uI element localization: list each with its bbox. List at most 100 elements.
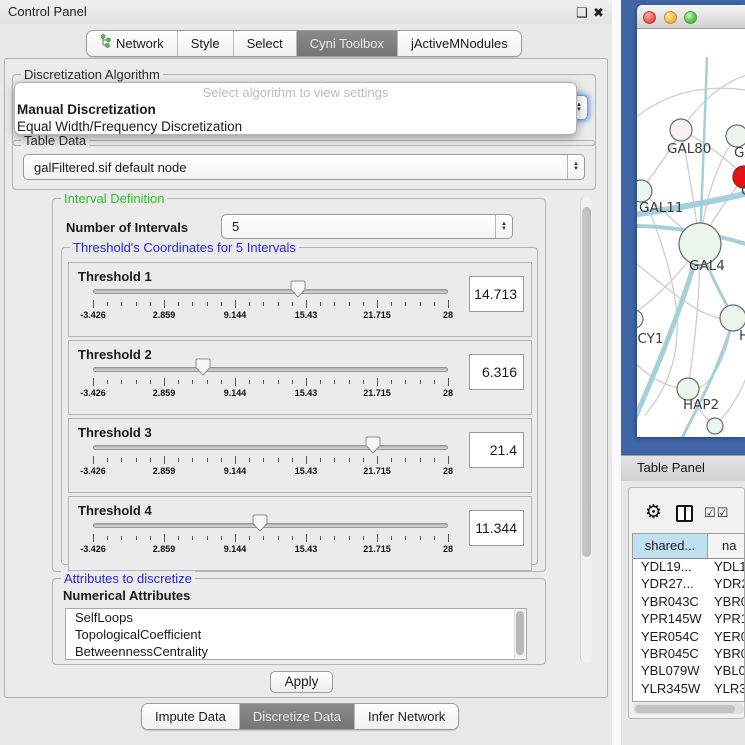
tab-label: Style (191, 31, 220, 56)
network-node[interactable] (726, 125, 745, 147)
slider-track[interactable] (93, 523, 448, 528)
table-row[interactable]: YLR345WYLR34 (633, 681, 744, 698)
close-icon[interactable]: ✖ (593, 5, 604, 21)
select-columns-icon[interactable]: ☑☑ (704, 505, 729, 521)
network-node[interactable] (707, 418, 723, 434)
table-row[interactable]: YBL079WYBL07 (633, 663, 744, 680)
slider-thumb[interactable] (290, 280, 306, 299)
network-node[interactable] (670, 119, 692, 141)
table-scrollbar-thumb[interactable] (635, 705, 735, 713)
cell-name: YLR34 (708, 681, 744, 698)
table-horizontal-scrollbar[interactable] (633, 703, 744, 714)
table-row[interactable]: YBR043CYBR04 (633, 594, 744, 611)
tab-style[interactable]: Style (177, 31, 233, 56)
cell-name: YDL19 (708, 559, 744, 576)
float-window-icon[interactable]: ❑ (576, 5, 588, 21)
attribute-list-item[interactable]: SelfLoops (66, 609, 526, 626)
slider-tick-labels: -3.4262.8599.14415.4321.71528 (93, 466, 448, 478)
tab-label: Network (116, 31, 164, 56)
table-row[interactable]: YIL052CYIL05 (633, 698, 744, 702)
popup-item-manual[interactable]: Manual Discretization (15, 101, 576, 118)
tab-select[interactable]: Select (233, 31, 296, 56)
tab-impute-data[interactable]: Impute Data (142, 704, 239, 729)
tab-label: Discretize Data (253, 704, 341, 729)
num-intervals-combo[interactable]: 5 ▲▼ (221, 214, 513, 239)
slider-ticks (93, 300, 448, 309)
tab-network[interactable]: Network (87, 31, 177, 56)
threshold-value-field[interactable]: 21.4 (469, 432, 524, 468)
slider-thumb[interactable] (252, 514, 268, 533)
top-tab-bar: Network Style SelectCyni ToolboxjActiveMNo… (86, 30, 522, 57)
table-data-combo[interactable]: galFiltered.sif default node ▲▼ (23, 154, 585, 180)
cell-name: YDR27 (708, 576, 744, 593)
popup-hint: Select algorithm to view settings (15, 85, 576, 101)
slider-track[interactable] (93, 445, 448, 450)
tab-cyni-toolbox[interactable]: Cyni Toolbox (296, 31, 397, 56)
apply-button[interactable]: Apply (270, 671, 333, 693)
cell-name: YBL07 (708, 663, 744, 680)
network-edge (681, 72, 745, 130)
column-header-name[interactable]: na (708, 534, 744, 558)
slider-tick-labels: -3.4262.8599.14415.4321.71528 (93, 388, 448, 400)
attributes-groupbox: Attributes to discretize Numerical Attri… (52, 578, 546, 665)
table-panel-title: Table Panel (637, 460, 705, 475)
node-label: GAL4 (689, 258, 725, 274)
column-header-shared-name[interactable]: shared... (633, 534, 708, 558)
slider-track[interactable] (93, 289, 448, 294)
zoom-traffic-light[interactable] (684, 11, 697, 24)
numerical-attributes-label: Numerical Attributes (63, 588, 190, 603)
network-tree-icon (100, 31, 111, 56)
close-traffic-light[interactable] (643, 11, 656, 24)
split-columns-icon[interactable] (676, 505, 693, 522)
combo-arrows-icon: ▲▼ (567, 155, 584, 179)
network-canvas[interactable]: GAL80GACGAL11GAL4GCY1HHAP2 (637, 30, 745, 437)
minimize-traffic-light[interactable] (664, 11, 677, 24)
list-scrollbar[interactable] (514, 610, 525, 658)
node-label: GA (734, 145, 745, 161)
network-window-titlebar[interactable] (637, 5, 745, 29)
tab-infer-network[interactable]: Infer Network (354, 704, 458, 729)
popup-item-equal[interactable]: Equal Width/Frequency Discretization (15, 118, 576, 135)
threshold-value-field[interactable]: 6.316 (469, 354, 524, 390)
settings-scrollbar[interactable] (580, 197, 592, 663)
table-row[interactable]: YER054CYER05 (633, 629, 744, 646)
table-data-combo-value: galFiltered.sif default node (24, 160, 567, 175)
network-node[interactable] (637, 310, 643, 328)
network-view-window: GAL80GACGAL11GAL4GCY1HHAP2 (637, 5, 745, 437)
cell-shared-name: YBL079W (633, 663, 708, 680)
slider-thumb[interactable] (365, 436, 381, 455)
threshold-label: Threshold 4 (78, 503, 152, 518)
cell-name: YPR14 (708, 611, 744, 628)
table-row[interactable]: YDR27...YDR27 (633, 576, 744, 593)
settings-scrollbar-thumb[interactable] (582, 207, 591, 557)
cell-shared-name: YER054C (633, 629, 708, 646)
slider-track[interactable] (93, 367, 448, 372)
slider-thumb[interactable] (195, 358, 211, 377)
cell-shared-name: YPR145W (633, 611, 708, 628)
table-header-row: shared... na (633, 534, 744, 559)
attribute-list-item[interactable]: BetweennessCentrality (66, 643, 526, 660)
control-panel-titlebar: Control Panel ❑ ✖ (0, 0, 612, 24)
cell-shared-name: YBR043C (633, 594, 708, 611)
tab-discretize-data[interactable]: Discretize Data (239, 704, 354, 729)
node-label: C (741, 183, 745, 199)
network-edge (637, 88, 745, 120)
slider-ticks (93, 378, 448, 387)
table-data-groupbox: Table Data galFiltered.sif default node … (12, 140, 596, 190)
threshold-value-field[interactable]: 11.344 (469, 510, 524, 546)
table-row[interactable]: YBR045CYBR04 (633, 646, 744, 663)
threshold-value-field[interactable]: 14.713 (469, 276, 524, 312)
numerical-attributes-list[interactable]: SelfLoopsTopologicalCoefficientBetweenne… (65, 608, 527, 660)
tab-label: Infer Network (368, 704, 445, 729)
table-row[interactable]: YPR145WYPR14 (633, 611, 744, 628)
slider-ticks (93, 534, 448, 543)
thresholds-groupbox: Threshold's Coordinates for 5 Intervals … (61, 247, 538, 565)
attribute-list-item[interactable]: TopologicalCoefficient (66, 626, 526, 643)
table-row[interactable]: YDL19...YDL19 (633, 559, 744, 576)
list-scrollbar-thumb[interactable] (516, 611, 524, 655)
tab-jactivemnodules[interactable]: jActiveMNodules (397, 31, 521, 56)
node-label: GCY1 (637, 331, 664, 347)
interval-definition-title: Interval Definition (61, 191, 167, 206)
network-graph: GAL80GACGAL11GAL4GCY1HHAP2 (637, 30, 745, 437)
gear-icon[interactable]: ⚙ (645, 501, 662, 524)
